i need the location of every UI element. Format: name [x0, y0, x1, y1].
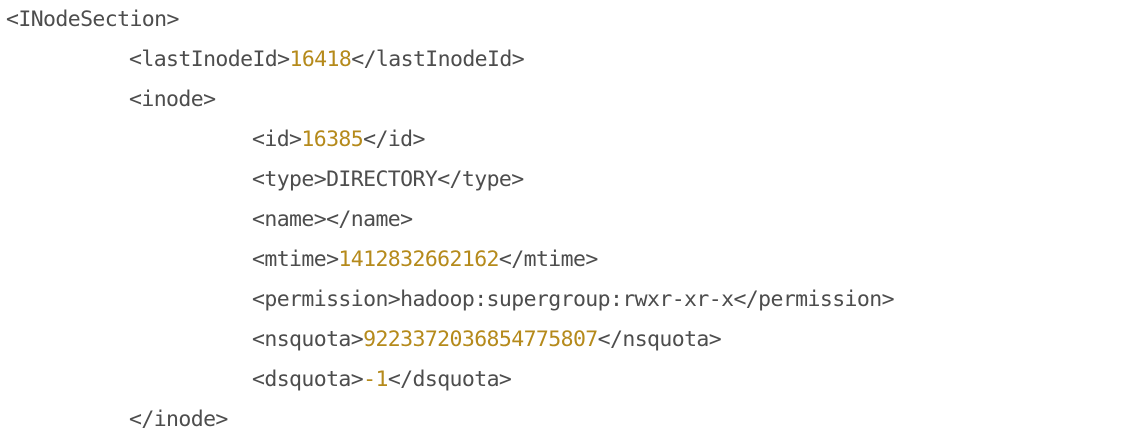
dsquota-close-tag: </dsquota> [387, 367, 512, 392]
nsquota-close-tag: </nsquota> [597, 327, 722, 352]
code-line-dsquota: <dsquota>-1</dsquota> [6, 360, 1130, 400]
id-open-tag: <id> [252, 127, 302, 152]
inode-close-tag: </inode> [129, 407, 228, 432]
lastinodeid-open-tag: <lastInodeId> [129, 47, 290, 72]
dsquota-open-tag: <dsquota> [252, 367, 364, 392]
mtime-open-tag: <mtime> [252, 247, 339, 272]
xml-code-block: <INodeSection> <lastInodeId>16418</lastI… [6, 0, 1130, 440]
code-line-name: <name></name> [6, 200, 1130, 240]
id-close-tag: </id> [363, 127, 425, 152]
id-value: 16385 [301, 127, 364, 152]
code-line-nsquota: <nsquota>9223372036854775807</nsquota> [6, 320, 1130, 360]
code-line-lastinodeid: <lastInodeId>16418</lastInodeId> [6, 40, 1130, 80]
type-value: DIRECTORY [326, 167, 438, 192]
permission-value: hadoop:supergroup:rwxr-xr-x [400, 287, 734, 312]
inodesection-open-tag: <INodeSection> [6, 7, 179, 32]
permission-open-tag: <permission> [252, 287, 401, 312]
lastinodeid-close-tag: </lastInodeId> [351, 47, 525, 72]
name-close-tag: </name> [326, 207, 413, 232]
nsquota-value: 9223372036854775807 [363, 327, 598, 352]
permission-close-tag: </permission> [733, 287, 894, 312]
code-line-id: <id>16385</id> [6, 120, 1130, 160]
nsquota-open-tag: <nsquota> [252, 327, 364, 352]
code-line-mtime: <mtime>1412832662162</mtime> [6, 240, 1130, 280]
inode-open-tag: <inode> [129, 87, 216, 112]
code-line-inodesection-open: <INodeSection> [6, 0, 1130, 40]
mtime-close-tag: </mtime> [498, 247, 598, 272]
lastinodeid-value: 16418 [289, 47, 352, 72]
code-line-permission: <permission>hadoop:supergroup:rwxr-xr-x<… [6, 280, 1130, 320]
code-line-inode-open: <inode> [6, 80, 1130, 120]
name-open-tag: <name> [252, 207, 327, 232]
type-close-tag: </type> [437, 167, 524, 192]
code-line-type: <type>DIRECTORY</type> [6, 160, 1130, 200]
mtime-value: 1412832662162 [338, 247, 499, 272]
type-open-tag: <type> [252, 167, 327, 192]
dsquota-value: -1 [363, 367, 388, 392]
code-line-inode-close: </inode> [6, 400, 1130, 440]
